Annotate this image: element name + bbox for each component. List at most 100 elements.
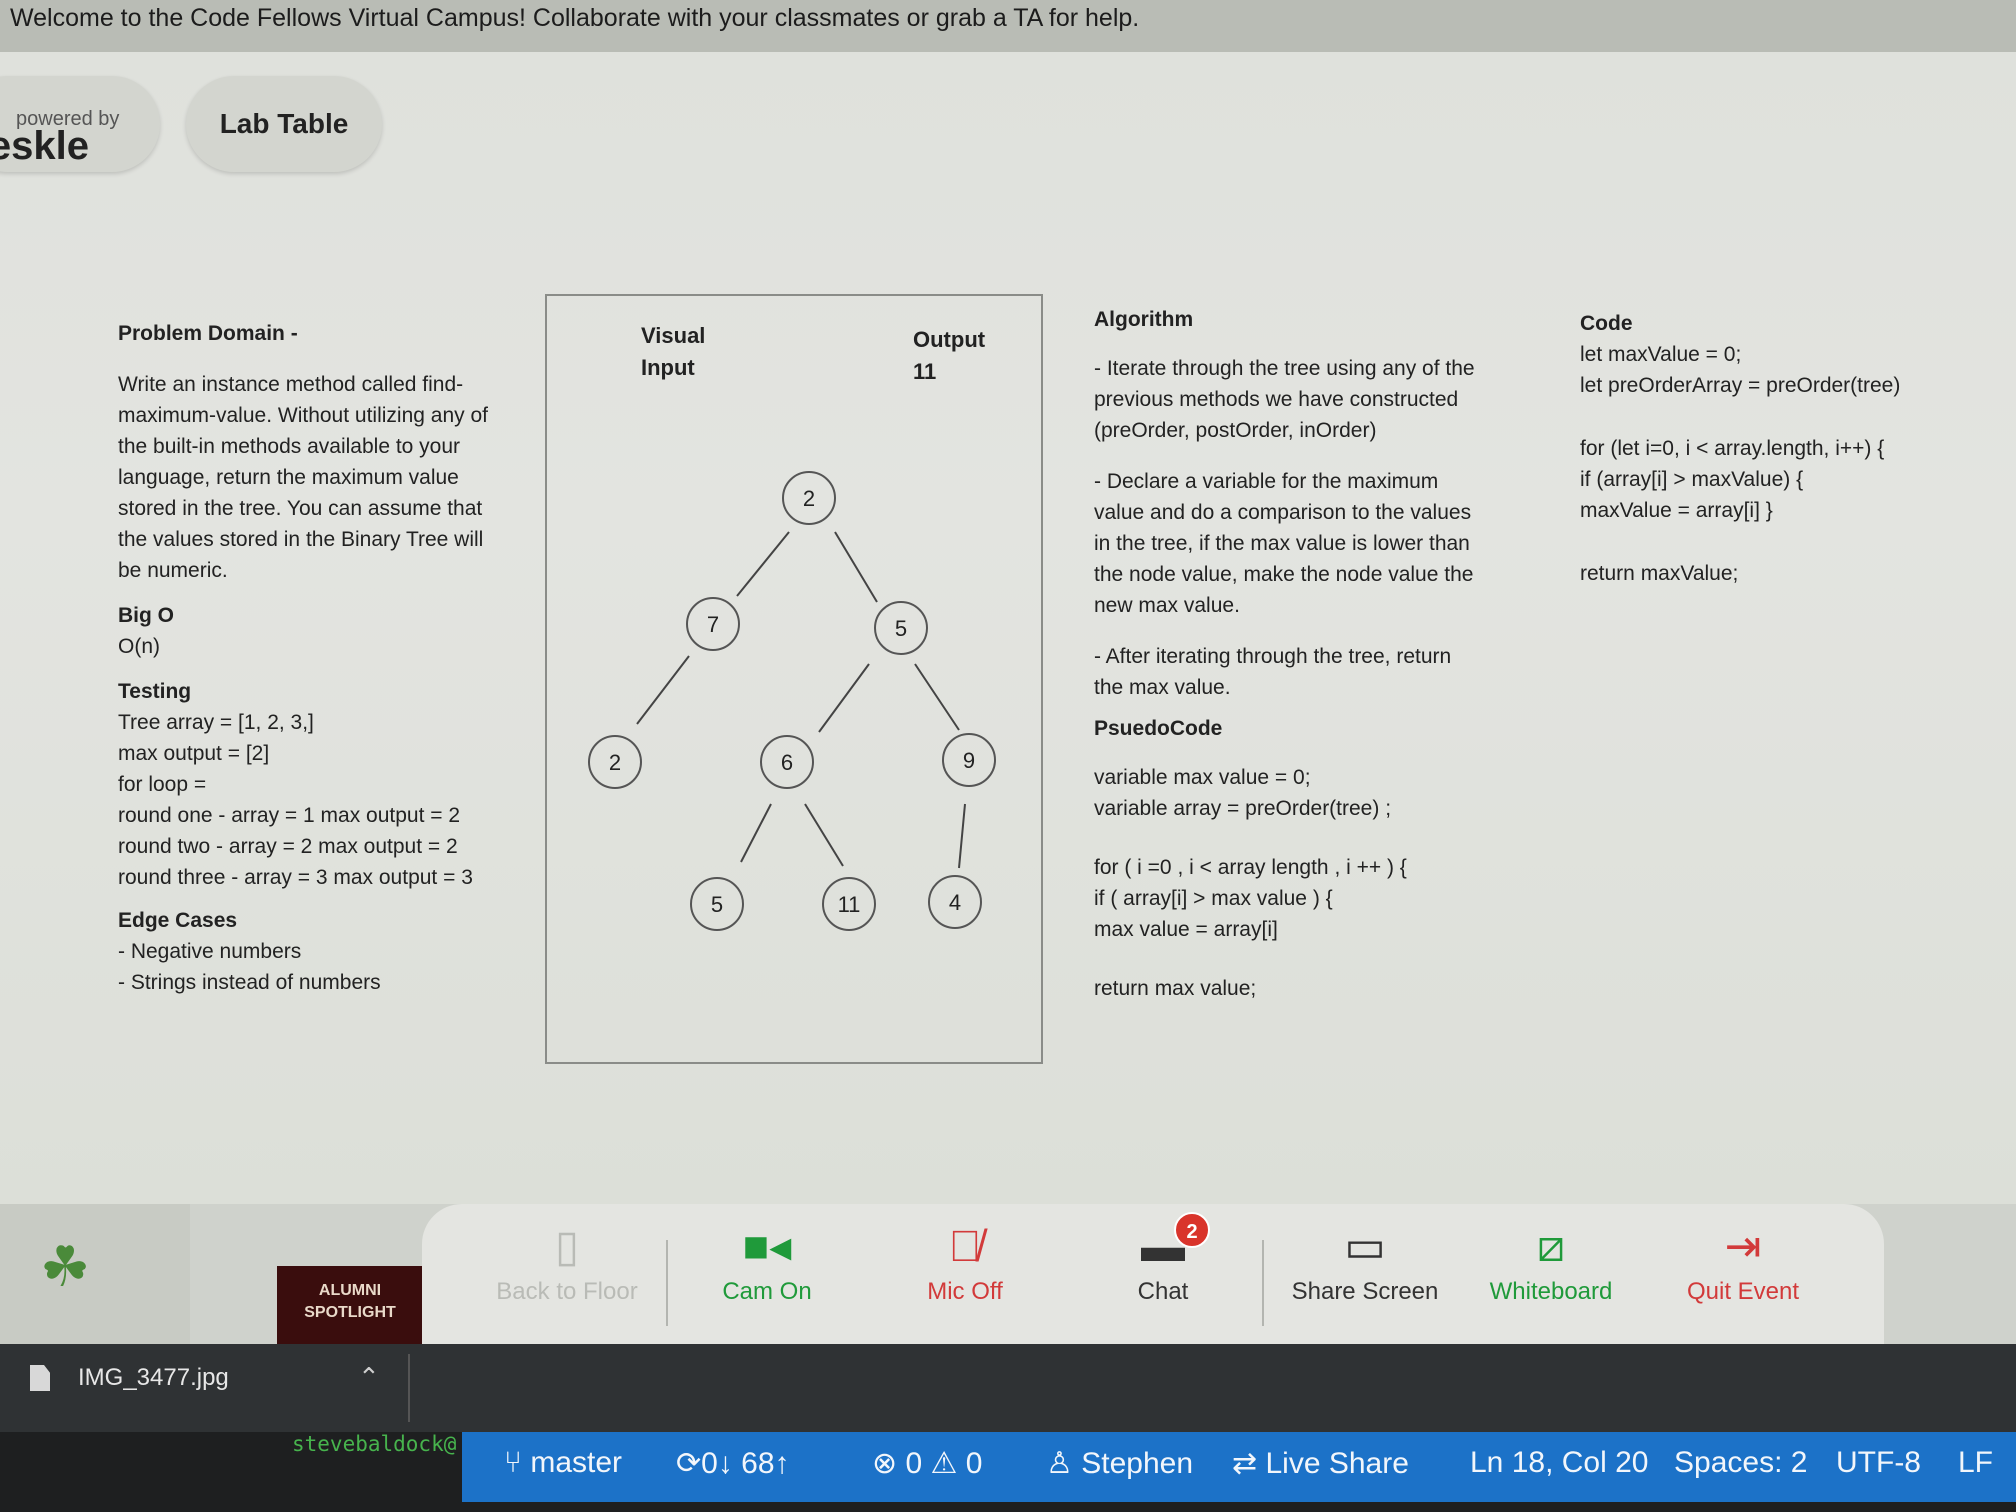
status-bar: ⑂ master ⟳0↓ 68↑ ⊗ 0 ⚠ 0 ♙ Stephen ⇄ Liv… <box>462 1432 2016 1502</box>
code-line: for (let i=0, i < array.length, i++) { <box>1580 437 1885 460</box>
tree-edge <box>834 531 878 603</box>
testing-line: round three - array = 3 max output = 3 <box>118 866 473 889</box>
pseudocode-line: max value = array[i] <box>1094 918 1278 941</box>
toolbar-panel: ▯ Back to Floor ■◂ Cam On 🎙̸ Mic Off ▬ C… <box>422 1204 1884 1344</box>
room-name: Lab Table <box>219 108 349 139</box>
git-branch-item[interactable]: ⑂ master <box>504 1446 622 1480</box>
git-branch-icon: ⑂ <box>504 1446 522 1479</box>
testing-heading: Testing <box>118 680 192 703</box>
whiteboard-button[interactable]: ⧄ Whiteboard <box>1466 1216 1636 1336</box>
deskle-wordmark: Deskle <box>0 124 89 168</box>
quit-event-label: Quit Event <box>1686 1278 1800 1305</box>
mic-off-label: Mic Off <box>927 1278 1003 1305</box>
problem-line: be numeric. <box>118 559 228 582</box>
encoding-setting[interactable]: UTF-8 <box>1836 1446 1921 1480</box>
testing-line: max output = [2] <box>118 742 270 765</box>
code-line: maxValue = array[i] } <box>1580 499 1773 522</box>
download-divider <box>408 1354 410 1422</box>
testing-line: for loop = <box>118 773 207 796</box>
tree-edge <box>636 655 690 725</box>
download-bar: IMG_3477.jpg ⌃ <box>0 1344 2016 1432</box>
tree-edge <box>958 803 966 869</box>
code-heading: Code <box>1580 312 1633 335</box>
algorithm-line: - After iterating through the tree, retu… <box>1094 645 1452 668</box>
chat-unread-badge: 2 <box>1174 1212 1210 1248</box>
cam-on-label: Cam On <box>722 1278 812 1305</box>
deskle-logo[interactable]: powered by Deskle <box>0 76 160 172</box>
algorithm-line: previous methods we have constructed <box>1094 388 1459 411</box>
binary-tree: 2 7 5 2 6 9 5 11 4 <box>588 471 996 931</box>
algorithm-line: the max value. <box>1094 676 1231 699</box>
code-line: return maxValue; <box>1580 562 1739 585</box>
code-line: let maxValue = 0; <box>1580 343 1742 366</box>
code-line: let preOrderArray = preOrder(tree) <box>1580 374 1901 397</box>
live-share-item[interactable]: ⇄ Live Share <box>1232 1446 1409 1481</box>
event-toolbar: ☘ ALUMNI SPOTLIGHT ▯ Back to Floor ■◂ Ca… <box>0 1204 2016 1344</box>
cam-on-button[interactable]: ■◂ Cam On <box>682 1216 852 1336</box>
problems-item[interactable]: ⊗ 0 ⚠ 0 <box>872 1446 982 1481</box>
live-share-icon: ⇄ <box>1232 1447 1258 1480</box>
tree-node-value: 7 <box>707 612 719 637</box>
map-icon: ▯ <box>554 1222 580 1271</box>
room-name-pill[interactable]: Lab Table <box>186 76 382 172</box>
whiteboard-label: Whiteboard <box>1489 1278 1613 1305</box>
tree-diagram: Visual Input Output 11 2 7 5 2 6 9 5 11 … <box>545 294 1043 1064</box>
file-icon <box>30 1365 50 1391</box>
chat-label: Chat <box>1137 1278 1189 1305</box>
pseudocode-heading: PsuedoCode <box>1094 717 1223 740</box>
tree-node-value: 4 <box>949 890 961 915</box>
chat-button[interactable]: ▬ Chat <box>1078 1216 1248 1336</box>
eol-setting[interactable]: LF <box>1958 1446 1993 1480</box>
quit-event-button[interactable]: ⇥ Quit Event <box>1658 1216 1828 1336</box>
problem-line: the built-in methods available to your <box>118 435 461 458</box>
account-item[interactable]: ♙ Stephen <box>1046 1446 1193 1481</box>
cursor-position[interactable]: Ln 18, Col 20 <box>1470 1446 1648 1480</box>
tree-node-value: 6 <box>781 750 793 775</box>
share-screen-icon: ▭ <box>1344 1222 1386 1271</box>
algorithm-line: the node value, make the node value the <box>1094 563 1474 586</box>
clover-icon: ☘ <box>40 1235 91 1298</box>
chat-icon: ▬ <box>1141 1222 1185 1271</box>
big-o-heading: Big O <box>118 604 174 627</box>
problem-line: Write an instance method called find- <box>118 373 464 396</box>
indentation-setting[interactable]: Spaces: 2 <box>1674 1446 1807 1480</box>
problem-line: the values stored in the Binary Tree wil… <box>118 528 484 551</box>
sync-item[interactable]: ⟳0↓ 68↑ <box>676 1446 790 1481</box>
mic-off-button[interactable]: 🎙̸ Mic Off <box>880 1216 1050 1336</box>
live-share-label: Live Share <box>1265 1447 1409 1480</box>
code-line: if (array[i] > maxValue) { <box>1580 468 1804 491</box>
tree-edge <box>804 803 844 867</box>
welcome-banner: Welcome to the Code Fellows Virtual Camp… <box>0 0 2016 52</box>
download-item[interactable]: IMG_3477.jpg <box>30 1364 229 1392</box>
pseudocode-line: variable array = preOrder(tree) ; <box>1094 797 1392 820</box>
tree-node-value: 2 <box>609 750 621 775</box>
error-count: 0 <box>905 1447 923 1480</box>
warning-count: 0 <box>965 1447 983 1480</box>
alumni-spotlight-button[interactable]: ALUMNI SPOTLIGHT <box>277 1266 423 1344</box>
share-screen-button[interactable]: ▭ Share Screen <box>1276 1216 1454 1336</box>
edge-case-line: - Negative numbers <box>118 940 302 963</box>
pseudocode-line: for ( i =0 , i < array length , i ++ ) { <box>1094 856 1407 879</box>
quit-icon: ⇥ <box>1724 1222 1762 1271</box>
algorithm-line: - Declare a variable for the maximum <box>1094 470 1439 493</box>
person-icon: ♙ <box>1046 1447 1073 1480</box>
sync-counts: 0↓ 68↑ <box>701 1447 790 1480</box>
toolbar-left-panel: ☘ <box>0 1204 190 1344</box>
edge-case-line: - Strings instead of numbers <box>118 971 381 994</box>
terminal-prompt: stevebaldock@ <box>292 1432 457 1456</box>
problem-column: Problem Domain - Write an instance metho… <box>118 318 538 998</box>
big-o-value: O(n) <box>118 635 160 658</box>
chevron-up-icon[interactable]: ⌃ <box>358 1362 380 1393</box>
algorithm-line: in the tree, if the max value is lower t… <box>1094 532 1470 555</box>
problem-line: language, return the maximum value <box>118 466 459 489</box>
testing-line: Tree array = [1, 2, 3,] <box>118 711 314 734</box>
virtual-room: powered by Deskle Lab Table Problem Doma… <box>0 52 2016 1212</box>
tree-edge <box>818 663 870 733</box>
back-to-floor-button[interactable]: ▯ Back to Floor <box>482 1216 652 1336</box>
pseudocode-line: if ( array[i] > max value ) { <box>1094 887 1333 910</box>
tree-edge <box>736 531 790 597</box>
whiteboard-icon: ⧄ <box>1537 1222 1565 1271</box>
problem-body: Write an instance method called find- ma… <box>118 369 538 586</box>
algorithm-column: Algorithm - Iterate through the tree usi… <box>1094 304 1534 1004</box>
testing-line: round two - array = 2 max output = 2 <box>118 835 458 858</box>
